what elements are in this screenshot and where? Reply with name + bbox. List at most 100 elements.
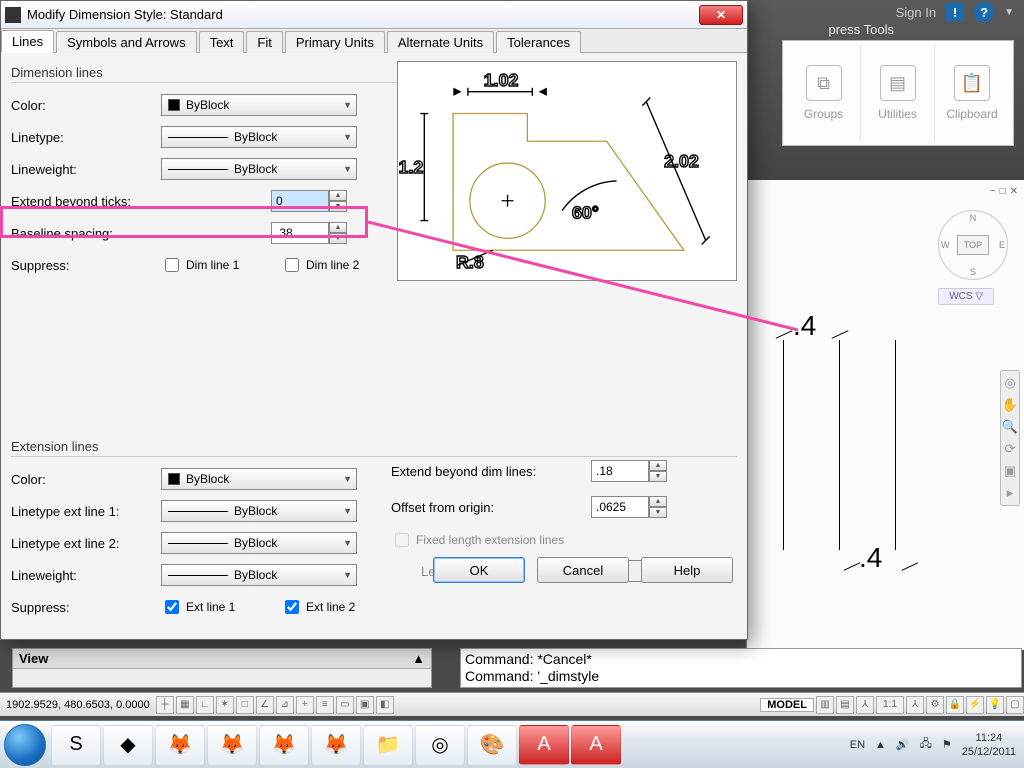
showmotion-icon[interactable]: ▣ (1004, 463, 1016, 479)
fixed-length-checkbox[interactable] (395, 533, 409, 547)
hardware-accel-icon[interactable]: ⚡ (966, 696, 984, 714)
tab-primary[interactable]: Primary Units (285, 31, 385, 53)
taskbar-app-explorer[interactable]: 📁 (363, 725, 413, 765)
suppress-dimline1-checkbox[interactable] (165, 258, 179, 272)
tpy-toggle-icon[interactable]: ▭ (336, 696, 354, 714)
polar-toggle-icon[interactable]: ✶ (216, 696, 234, 714)
ok-button[interactable]: OK (433, 557, 525, 583)
spin-up-icon[interactable]: ▲ (329, 190, 347, 201)
snap-toggle-icon[interactable]: ┼ (156, 696, 174, 714)
qview-layout-icon[interactable]: ▥ (816, 696, 834, 714)
taskbar-app-autocad[interactable]: A (571, 725, 621, 765)
grid-toggle-icon[interactable]: ▦ (176, 696, 194, 714)
help-button[interactable]: Help (641, 557, 733, 583)
suppress-extline2-checkbox[interactable] (285, 600, 299, 614)
extline-color-combo[interactable]: ByBlock (161, 468, 357, 490)
baseline-spacing-spinner[interactable]: ▲▼ (271, 222, 351, 244)
maximize-icon[interactable]: □ (1000, 186, 1006, 197)
dimline-lineweight-combo[interactable]: ByBlock (161, 158, 357, 180)
cancel-button[interactable]: Cancel (537, 557, 629, 583)
ribbon-tool-groups[interactable]: ⧉Groups (787, 45, 861, 141)
sc-toggle-icon[interactable]: ◧ (376, 696, 394, 714)
tab-symbols[interactable]: Symbols and Arrows (56, 31, 197, 53)
suppress-extline1-checkbox[interactable] (165, 600, 179, 614)
navigation-bar[interactable]: ◎ ✋ 🔍 ⟳ ▣ ▸ (1000, 370, 1020, 506)
view-cube[interactable]: NS WE TOP (938, 210, 1008, 280)
clean-screen-icon[interactable]: ▢ (1006, 696, 1024, 714)
ws-switch-icon[interactable]: ⚙ (926, 696, 944, 714)
suppress-dimline2-checkbox[interactable] (285, 258, 299, 272)
ribbon-tool-utilities[interactable]: ▤Utilities (861, 45, 935, 141)
dimline-color-combo[interactable]: ByBlock (161, 94, 357, 116)
ribbon-tab-express[interactable]: press Tools (828, 22, 894, 37)
extend-beyond-ticks-input[interactable] (271, 190, 329, 212)
dialog-titlebar[interactable]: Modify Dimension Style: Standard ✕ (1, 1, 747, 29)
taskbar-app-skype[interactable]: S (51, 725, 101, 765)
zoom-icon[interactable]: 🔍 (1002, 419, 1018, 435)
language-indicator[interactable]: EN (850, 739, 865, 751)
osnap-toggle-icon[interactable]: □ (236, 696, 254, 714)
ortho-toggle-icon[interactable]: ∟ (196, 696, 214, 714)
tab-lines[interactable]: Lines (1, 30, 54, 53)
spin-down-icon[interactable]: ▼ (329, 233, 347, 244)
baseline-spacing-input[interactable] (271, 222, 329, 244)
view-palette[interactable]: View▲ (12, 648, 432, 688)
collapse-icon[interactable]: ▲ (412, 651, 425, 666)
spin-up-icon[interactable]: ▲ (329, 222, 347, 233)
annovis-icon[interactable]: ⅄ (906, 696, 924, 714)
taskbar-app[interactable]: ◆ (103, 725, 153, 765)
lwt-toggle-icon[interactable]: ≡ (316, 696, 334, 714)
close-button[interactable]: ✕ (699, 5, 743, 25)
dyn-toggle-icon[interactable]: + (296, 696, 314, 714)
taskbar-app-firefox[interactable]: 🦊 (207, 725, 257, 765)
taskbar-app-firefox[interactable]: 🦊 (155, 725, 205, 765)
close-drawing-icon[interactable]: ✕ (1010, 186, 1018, 197)
taskbar-app-paint[interactable]: 🎨 (467, 725, 517, 765)
ext-beyond-dim-spinner[interactable]: ▲▼ (591, 460, 671, 482)
taskbar-app-firefox[interactable]: 🦊 (259, 725, 309, 765)
tray-chevron-icon[interactable]: ▲ (875, 739, 886, 751)
extline1-linetype-combo[interactable]: ByBlock (161, 500, 357, 522)
spin-down-icon[interactable]: ▼ (329, 201, 347, 212)
action-center-icon[interactable]: ⚑ (942, 738, 952, 751)
dimline-linetype-combo[interactable]: ByBlock (161, 126, 357, 148)
tab-text[interactable]: Text (199, 31, 245, 53)
pan-icon[interactable]: ✋ (1002, 397, 1018, 413)
scale-display[interactable]: 1:1 (876, 696, 904, 714)
extline-lineweight-combo[interactable]: ByBlock (161, 564, 357, 586)
taskbar-app-firefox[interactable]: 🦊 (311, 725, 361, 765)
qp-toggle-icon[interactable]: ▣ (356, 696, 374, 714)
network-icon[interactable]: 🖧 (920, 735, 932, 754)
sign-in-link[interactable]: Sign In (896, 5, 936, 20)
wcs-indicator[interactable]: WCS ▽ (938, 288, 994, 305)
drawing-area[interactable]: − □ ✕ NS WE TOP WCS ▽ .4 .4 ◎ ✋ 🔍 ⟳ ▣ ▸ (746, 180, 1024, 650)
toolbar-lock-icon[interactable]: 🔒 (946, 696, 964, 714)
isolate-icon[interactable]: 💡 (986, 696, 1004, 714)
taskbar-app-autocad[interactable]: A (519, 725, 569, 765)
system-clock[interactable]: 11:2425/12/2011 (962, 731, 1016, 759)
command-line[interactable]: Command: *Cancel* Command: '_dimstyle (460, 648, 1022, 688)
otrack-toggle-icon[interactable]: ∠ (256, 696, 274, 714)
ribbon-tool-clipboard[interactable]: 📋Clipboard (935, 45, 1009, 141)
steering-wheel-icon[interactable]: ◎ (1004, 375, 1015, 391)
extend-beyond-ticks-spinner[interactable]: ▲▼ (271, 190, 351, 212)
tab-tolerances[interactable]: Tolerances (496, 31, 581, 53)
navbar-expand-icon[interactable]: ▸ (1007, 485, 1014, 501)
model-space-button[interactable]: MODEL (760, 698, 814, 712)
extline2-linetype-combo[interactable]: ByBlock (161, 532, 357, 554)
help-icon[interactable]: ? (974, 2, 994, 22)
taskbar-app[interactable]: ◎ (415, 725, 465, 765)
ducs-toggle-icon[interactable]: ⊿ (276, 696, 294, 714)
qview-drawing-icon[interactable]: ▤ (836, 696, 854, 714)
info-icon[interactable]: ! (946, 3, 964, 21)
ext-beyond-dim-input[interactable] (591, 460, 649, 482)
offset-origin-spinner[interactable]: ▲▼ (591, 496, 671, 518)
offset-origin-input[interactable] (591, 496, 649, 518)
coordinate-display[interactable]: 1902.9529, 480.6503, 0.0000 (0, 699, 156, 711)
annoscale-icon[interactable]: ⅄ (856, 696, 874, 714)
ribbon-chevron-icon[interactable]: ▼ (1004, 7, 1014, 18)
volume-icon[interactable]: 🔊 (896, 738, 910, 751)
tab-fit[interactable]: Fit (246, 31, 282, 53)
tab-alternate[interactable]: Alternate Units (387, 31, 494, 53)
minimize-icon[interactable]: − (990, 186, 996, 197)
